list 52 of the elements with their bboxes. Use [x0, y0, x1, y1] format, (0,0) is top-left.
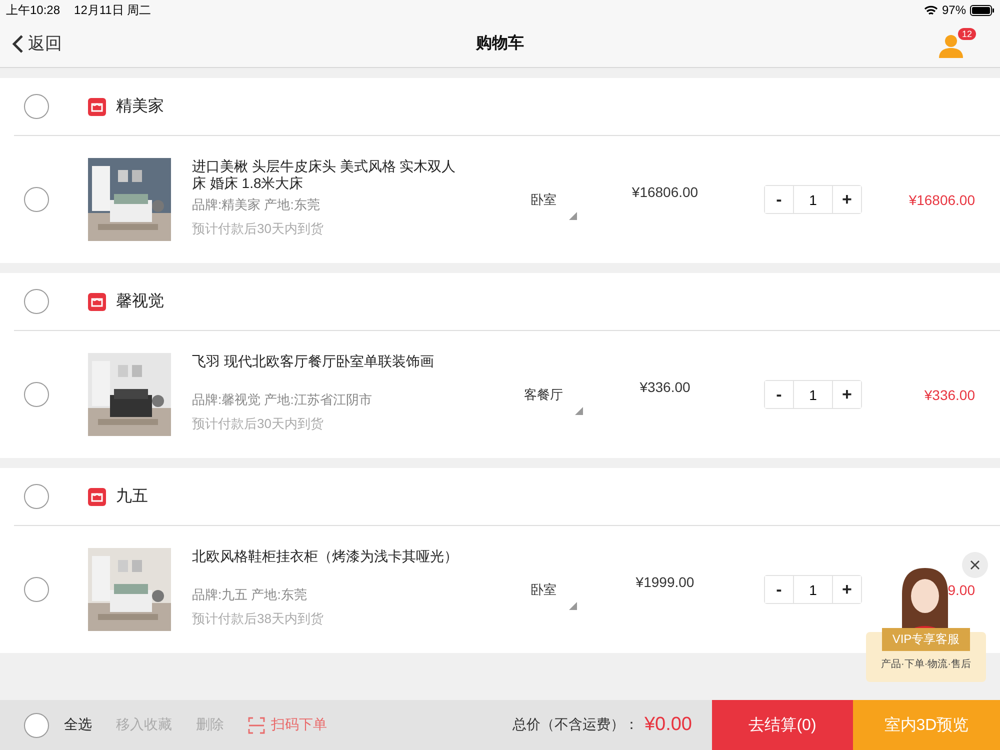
product-title: 飞羽 现代北欧客厅餐厅卧室单联装饰画 [192, 353, 435, 371]
scan-icon [248, 716, 265, 734]
item-checkbox[interactable] [24, 187, 49, 212]
service-subtitle: 产品·下单·物流·售后 [881, 658, 971, 671]
checkout-button[interactable]: 去结算(0) [712, 700, 853, 750]
store-name: 九五 [116, 486, 148, 507]
room-category[interactable]: 客餐厅 [524, 386, 563, 404]
item-total: ¥16806.00 [908, 192, 976, 208]
select-all-label[interactable]: 全选 [64, 716, 92, 734]
item-checkbox[interactable] [24, 382, 49, 407]
store-name: 精美家 [116, 96, 164, 117]
total-price: ¥0.00 [644, 714, 692, 736]
item-total: ¥336.00 [923, 386, 976, 402]
product-brand-origin: 品牌:馨视觉 产地:江苏省江阴市 [192, 391, 373, 409]
store-icon [88, 292, 106, 310]
status-date: 12月11日 周二 [74, 2, 152, 18]
user-icon[interactable] [938, 34, 964, 58]
store-icon [88, 98, 106, 116]
product-brand-origin: 品牌:九五 产地:东莞 [192, 586, 308, 604]
item-total: 9.00 [946, 582, 976, 598]
corner-triangle-icon [568, 602, 576, 610]
back-button[interactable]: 返回 [12, 32, 476, 55]
store-checkbox[interactable] [24, 289, 49, 314]
store-icon [88, 488, 106, 506]
battery-percent: 97% [942, 3, 966, 17]
chevron-left-icon [12, 34, 24, 54]
unit-price: ¥336.00 [638, 378, 692, 394]
battery-icon [970, 4, 994, 16]
store-checkbox[interactable] [24, 484, 49, 509]
status-time: 上午10:28 [6, 2, 60, 18]
wifi-icon [924, 4, 938, 16]
product-title: 北欧风格鞋柜挂衣柜（烤漆为浅卡其哑光） [192, 548, 459, 566]
delivery-estimate: 预计付款后30天内到货 [192, 415, 324, 433]
unit-price: ¥16806.00 [630, 184, 700, 200]
close-icon [970, 560, 980, 570]
product-brand-origin: 品牌:精美家 产地:东莞 [192, 196, 321, 214]
room-category[interactable]: 卧室 [530, 580, 556, 598]
corner-triangle-icon [568, 212, 576, 220]
room-category[interactable]: 卧室 [530, 190, 556, 208]
page-title: 购物车 [476, 33, 524, 54]
select-all-checkbox[interactable] [24, 712, 49, 738]
delivery-estimate: 预计付款后30天内到货 [192, 220, 324, 238]
product-title: 进口美楸 头层牛皮床头 美式风格 实木双人床 婚床 1.8米大床 [192, 158, 457, 193]
unit-price: ¥1999.00 [634, 574, 696, 590]
service-title: VIP专享客服 [882, 628, 970, 651]
total-label: 总价（不含运费）： [512, 716, 638, 734]
item-checkbox[interactable] [24, 577, 49, 602]
delivery-estimate: 预计付款后38天内到货 [192, 610, 324, 628]
notification-badge: 12 [958, 28, 976, 40]
corner-triangle-icon [575, 406, 583, 414]
store-checkbox[interactable] [24, 94, 49, 119]
store-name: 馨视觉 [116, 292, 164, 312]
